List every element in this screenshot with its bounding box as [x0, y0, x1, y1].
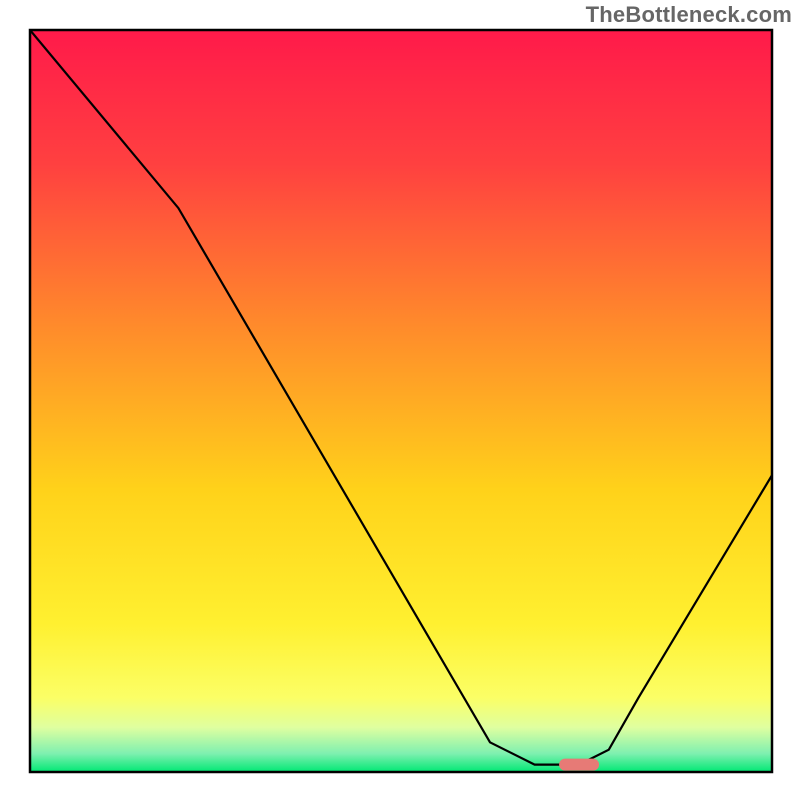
- bottleneck-chart: [0, 0, 800, 800]
- optimal-range-marker: [559, 759, 599, 771]
